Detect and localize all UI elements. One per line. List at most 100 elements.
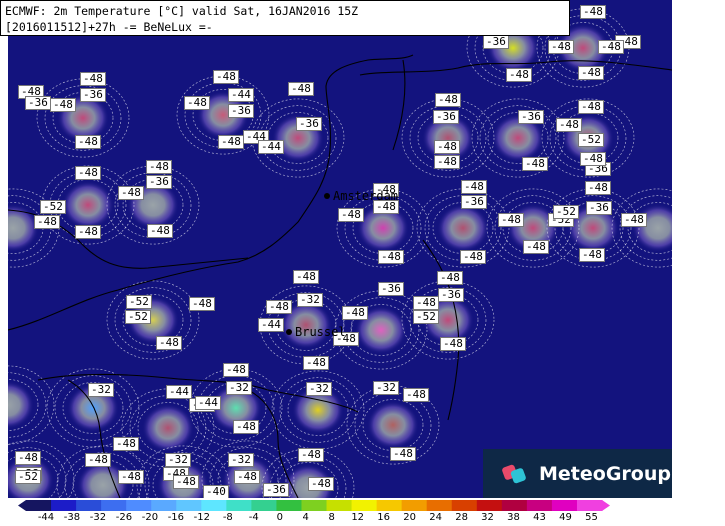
colorbar-segment xyxy=(351,500,378,511)
colorbar-segment xyxy=(451,500,478,511)
value-label: -48 xyxy=(113,437,139,451)
value-label: -48 xyxy=(218,135,244,149)
value-label: -48 xyxy=(437,271,463,285)
colorbar-segment xyxy=(251,500,277,511)
title-line-2: [2016011512]+27h -= BeNeLux =- xyxy=(5,20,213,34)
colorbar-segment xyxy=(76,500,102,511)
colorbar-segment xyxy=(576,500,603,511)
value-label: -52 xyxy=(125,310,151,324)
map-area[interactable]: -48 -48 -52 -48 -48 -48 -36 -48 -36 -48 -48 -36 -48-… xyxy=(8,0,672,498)
value-label: -32 xyxy=(228,453,254,467)
value-label: -36 xyxy=(483,35,509,49)
value-label: -48 xyxy=(440,337,466,351)
value-label: -48 xyxy=(413,296,439,310)
meteogroup-logo-text: MeteoGroup xyxy=(539,462,671,485)
meteogroup-logo: MeteoGroup xyxy=(483,449,672,498)
value-label: -52 xyxy=(413,310,439,324)
colorbar-tick-label: 20 xyxy=(403,512,416,523)
value-label: -48 xyxy=(460,250,486,264)
value-label: -44 xyxy=(195,396,221,410)
value-label: -36 xyxy=(433,110,459,124)
value-label: -48 xyxy=(75,135,101,149)
color-scale-bar xyxy=(18,500,610,511)
value-label: -48 xyxy=(434,140,460,154)
value-label: -36 xyxy=(263,483,289,497)
colorbar-segment xyxy=(501,500,528,511)
value-label: -32 xyxy=(226,381,252,395)
colorbar-tick-label: 0 xyxy=(276,512,283,523)
colorbar-tick-label: 32 xyxy=(481,512,494,523)
value-label: -48 xyxy=(233,420,259,434)
value-label: -48 xyxy=(293,270,319,284)
colorbar-segment xyxy=(426,500,453,511)
value-label: -48 xyxy=(342,306,368,320)
city-label-brussel: Brussel xyxy=(295,325,346,339)
colorbar-tick-label: 28 xyxy=(455,512,468,523)
colorbar-tick-label: -38 xyxy=(63,512,81,523)
colorbar-segment xyxy=(151,500,177,511)
value-label: -48 xyxy=(585,181,611,195)
colorbar-tick-label: -20 xyxy=(141,512,159,523)
value-label: -44 xyxy=(166,385,192,399)
colorbar-segment xyxy=(126,500,152,511)
colorbar-tick-label: -8 xyxy=(222,512,233,523)
colorbar-tick-label: 4 xyxy=(302,512,309,523)
value-label: -48 xyxy=(556,118,582,132)
value-label: -48 xyxy=(173,475,199,489)
value-label: -32 xyxy=(165,453,191,467)
value-label: -36 xyxy=(438,288,464,302)
value-label: -48 xyxy=(288,82,314,96)
value-label: -44 xyxy=(258,140,284,154)
value-label: -52 xyxy=(15,470,41,484)
colorbar-tick-label: -12 xyxy=(193,512,211,523)
map-title: ECMWF: 2m Temperature [°C] valid Sat, 16… xyxy=(0,0,570,36)
colorbar-arrow-left xyxy=(18,500,26,511)
value-label: -36 xyxy=(518,110,544,124)
value-label: -48 xyxy=(498,213,524,227)
value-label: -48 xyxy=(75,225,101,239)
colorbar-segment xyxy=(201,500,227,511)
temperature-blob xyxy=(632,204,672,252)
value-label: -48 xyxy=(223,363,249,377)
value-label: -48 xyxy=(147,224,173,238)
value-label: -48 xyxy=(308,477,334,491)
colorbar-tick-label: 12 xyxy=(351,512,365,523)
value-label: -32 xyxy=(88,383,114,397)
value-label: -48 xyxy=(234,470,260,484)
value-label: -48 xyxy=(434,155,460,169)
value-label: -48 xyxy=(598,40,624,54)
colorbar-segment xyxy=(26,500,52,511)
colorbar-segment xyxy=(176,500,202,511)
value-label: -48 xyxy=(34,215,60,229)
value-label: -48 xyxy=(403,388,429,402)
colorbar-segment xyxy=(276,500,302,511)
value-label: -48 xyxy=(15,451,41,465)
value-label: -32 xyxy=(297,293,323,307)
value-label: -48 xyxy=(184,96,210,110)
colorbar-segment xyxy=(101,500,127,511)
value-label: -48 xyxy=(266,300,292,314)
value-label: -36 xyxy=(228,104,254,118)
color-scale-labels: -44 -38 -32 -26 -20 -16 -12 -8 -4 0 4 8 12 16 20 24 28 32… xyxy=(0,512,725,526)
value-label: -36 xyxy=(25,96,51,110)
meteogroup-logo-icon xyxy=(501,460,529,488)
colorbar-segment xyxy=(476,500,503,511)
value-label: -36 xyxy=(461,195,487,209)
value-label: -32 xyxy=(373,381,399,395)
value-label: -48 xyxy=(523,240,549,254)
temperature-map xyxy=(8,8,672,498)
colorbar-segment xyxy=(526,500,553,511)
value-label: -48 xyxy=(548,40,574,54)
colorbar-tick-label: 8 xyxy=(328,512,335,523)
value-label: -48 xyxy=(146,160,172,174)
value-label: -48 xyxy=(621,213,647,227)
value-label: -44 xyxy=(258,318,284,332)
value-label: -48 xyxy=(303,356,329,370)
temperature-blob xyxy=(367,401,419,449)
value-label: -48 xyxy=(189,297,215,311)
value-label: -52 xyxy=(126,295,152,309)
value-label: -48 xyxy=(118,470,144,484)
colorbar-tick-label: 43 xyxy=(533,512,546,523)
value-label: -48 xyxy=(156,336,182,350)
value-label: -52 xyxy=(578,133,604,147)
